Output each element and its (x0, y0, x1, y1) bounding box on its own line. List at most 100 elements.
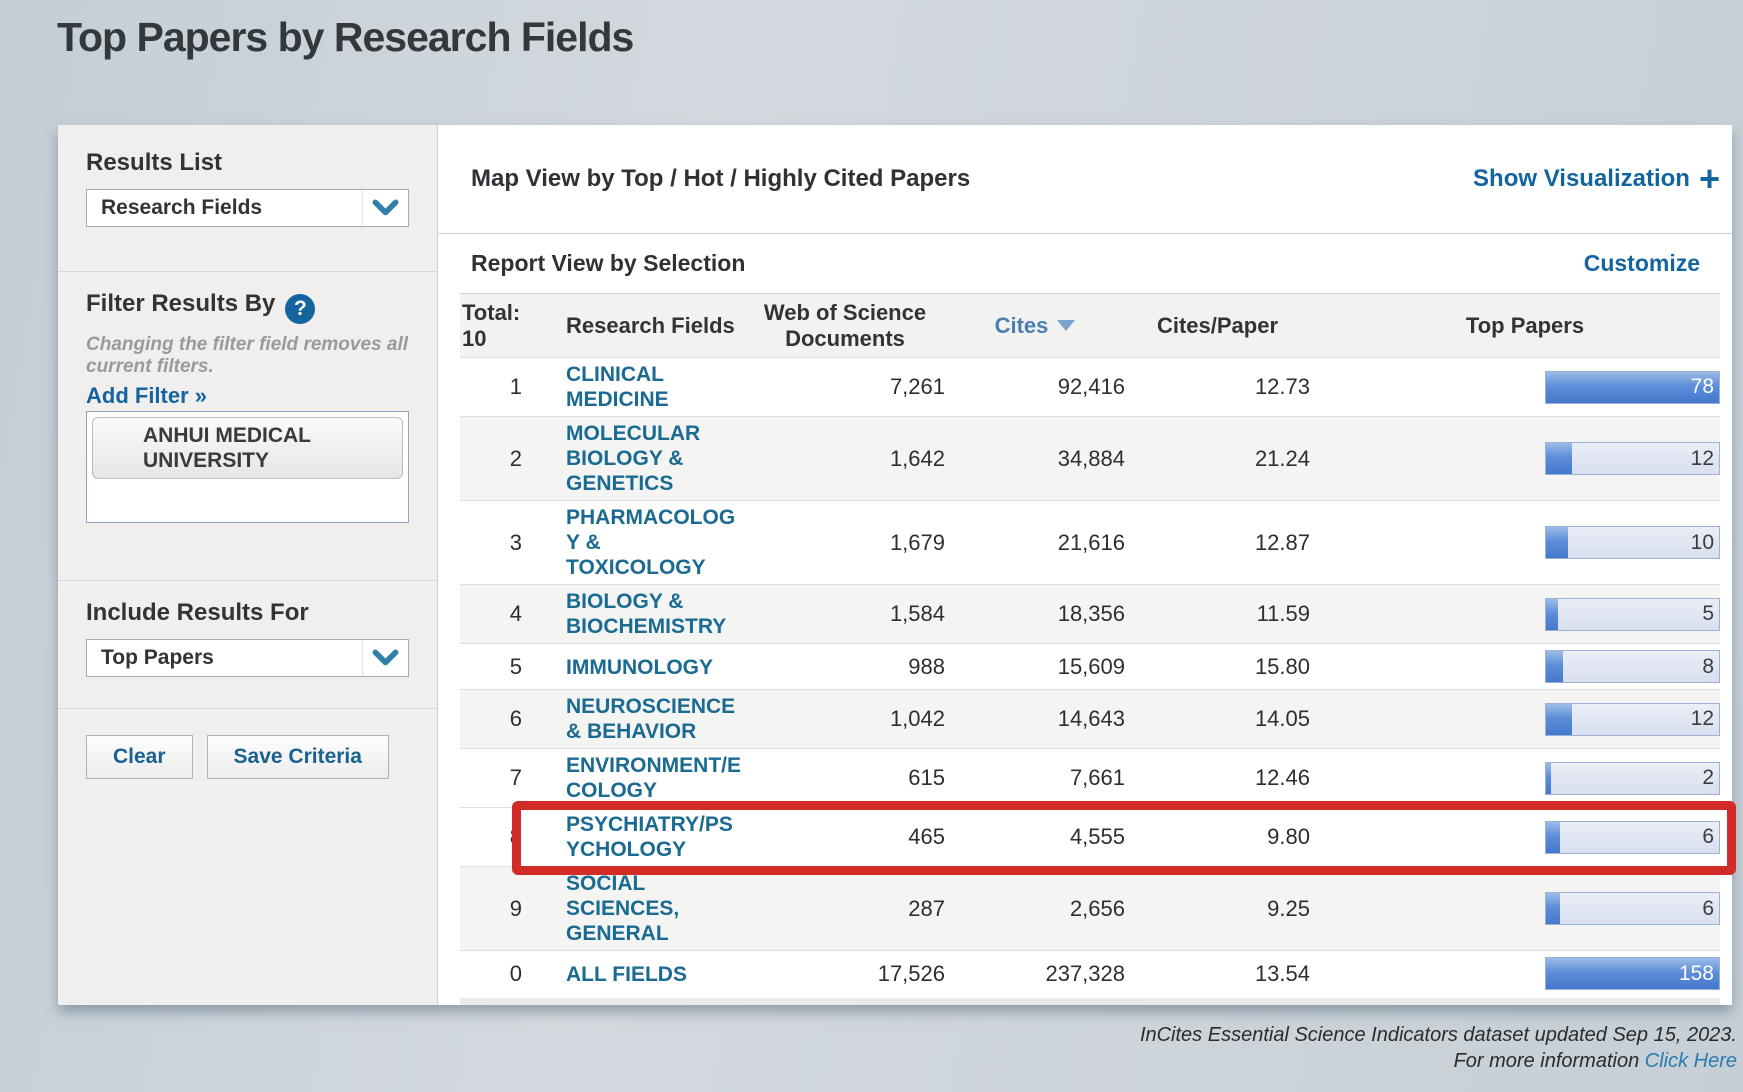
research-field-link[interactable]: ALL FIELDS (566, 962, 687, 987)
top-papers-bar-fill (1546, 893, 1560, 924)
include-results-section: Include Results For Top Papers (58, 580, 437, 708)
cites-cell: 14,643 (945, 706, 1125, 732)
wos-documents-cell: 988 (745, 654, 945, 680)
research-field-link[interactable]: NEUROSCIENCE & BEHAVIOR (566, 694, 735, 744)
filter-note: Changing the filter field removes all cu… (86, 334, 409, 378)
rank-cell: 2 (460, 446, 530, 472)
top-papers-value: 2 (1702, 763, 1714, 794)
top-papers-bar-fill (1546, 443, 1572, 474)
table-row: 6 NEUROSCIENCE & BEHAVIOR 1,042 14,643 1… (460, 689, 1720, 748)
table-footer-strip (460, 998, 1720, 1005)
wos-documents-cell: 17,526 (745, 961, 945, 987)
results-list-dropdown[interactable]: Research Fields (86, 189, 409, 227)
cites-per-paper-cell: 12.46 (1125, 765, 1310, 791)
top-papers-bar: 6 (1545, 821, 1720, 854)
rank-cell: 0 (460, 961, 530, 987)
cites-cell: 34,884 (945, 446, 1125, 472)
top-papers-bar-fill (1546, 651, 1563, 682)
sidebar: Results List Research Fields Filter Resu… (58, 125, 438, 1005)
table-row: 2 MOLECULAR BIOLOGY & GENETICS 1,642 34,… (460, 416, 1720, 500)
table-row: 3 PHARMACOLOG Y & TOXICOLOGY 1,679 21,61… (460, 500, 1720, 584)
research-field-link[interactable]: SOCIAL SCIENCES, GENERAL (566, 871, 679, 946)
top-papers-value: 8 (1702, 651, 1714, 682)
cites-cell: 15,609 (945, 654, 1125, 680)
table-header-row: Total: 10 Research Fields Web of Science… (460, 293, 1720, 357)
research-field-link[interactable]: IMMUNOLOGY (566, 655, 713, 680)
main-panel: Map View by Top / Hot / Highly Cited Pap… (438, 125, 1732, 1005)
top-papers-bar-fill (1546, 704, 1572, 735)
table-row: 1 CLINICAL MEDICINE 7,261 92,416 12.73 7… (460, 357, 1720, 416)
research-field-link[interactable]: BIOLOGY & BIOCHEMISTRY (566, 589, 726, 639)
plus-icon: + (1699, 169, 1720, 189)
footer-note: InCites Essential Science Indicators dat… (1140, 1022, 1737, 1074)
top-papers-bar: 158 (1545, 957, 1720, 990)
report-view-bar: Report View by Selection Customize (438, 233, 1732, 293)
add-filter-link[interactable]: Add Filter » (86, 384, 207, 408)
wos-documents-cell: 7,261 (745, 374, 945, 400)
cites-per-paper-cell: 11.59 (1125, 601, 1310, 627)
filter-heading: Filter Results By (86, 290, 275, 317)
cites-cell: 21,616 (945, 530, 1125, 556)
customize-button[interactable]: Customize (1584, 250, 1700, 277)
top-papers-value: 10 (1691, 527, 1714, 558)
top-papers-bar: 78 (1545, 371, 1720, 404)
include-results-heading: Include Results For (86, 599, 409, 627)
column-header-top-papers[interactable]: Top Papers (1330, 313, 1720, 339)
top-papers-bar: 2 (1545, 762, 1720, 795)
click-here-link[interactable]: Click Here (1645, 1050, 1737, 1072)
cites-cell: 2,656 (945, 896, 1125, 922)
research-field-link[interactable]: CLINICAL MEDICINE (566, 362, 669, 412)
cites-per-paper-cell: 13.54 (1125, 961, 1310, 987)
table-row: 7 ENVIRONMENT/E COLOGY 615 7,661 12.46 2 (460, 748, 1720, 807)
save-criteria-button[interactable]: Save Criteria (207, 735, 389, 779)
include-results-dropdown[interactable]: Top Papers (86, 639, 409, 677)
wos-documents-cell: 1,042 (745, 706, 945, 732)
sidebar-actions-section: Clear Save Criteria (58, 708, 437, 1005)
cites-cell: 18,356 (945, 601, 1125, 627)
column-header-cites[interactable]: Cites (945, 313, 1125, 339)
research-field-link[interactable]: PHARMACOLOG Y & TOXICOLOGY (566, 505, 735, 580)
top-papers-value: 158 (1679, 958, 1714, 989)
rank-cell: 8 (460, 824, 530, 850)
page-title: Top Papers by Research Fields (57, 14, 633, 61)
filter-item-anhui-medical-university[interactable]: ANHUI MEDICAL UNIVERSITY (92, 417, 403, 479)
results-list-heading: Results List (86, 149, 409, 177)
table-row: 4 BIOLOGY & BIOCHEMISTRY 1,584 18,356 11… (460, 584, 1720, 643)
chevron-down-icon (362, 190, 408, 226)
help-icon[interactable]: ? (285, 294, 315, 324)
research-field-link[interactable]: MOLECULAR BIOLOGY & GENETICS (566, 421, 700, 496)
top-papers-bar-fill (1546, 822, 1560, 853)
cites-per-paper-cell: 9.25 (1125, 896, 1310, 922)
top-papers-bar: 6 (1545, 892, 1720, 925)
top-papers-value: 6 (1702, 822, 1714, 853)
map-view-bar: Map View by Top / Hot / Highly Cited Pap… (438, 125, 1732, 233)
top-papers-bar: 8 (1545, 650, 1720, 683)
column-header-wos-documents[interactable]: Web of Science Documents (745, 300, 945, 352)
table-row: 0 ALL FIELDS 17,526 237,328 13.54 158 (460, 950, 1720, 996)
cites-per-paper-cell: 21.24 (1125, 446, 1310, 472)
top-papers-value: 78 (1691, 372, 1714, 403)
rank-cell: 9 (460, 896, 530, 922)
top-papers-bar: 5 (1545, 598, 1720, 631)
rank-cell: 6 (460, 706, 530, 732)
wos-documents-cell: 287 (745, 896, 945, 922)
report-view-title: Report View by Selection (471, 250, 745, 277)
column-header-cites-per-paper[interactable]: Cites/Paper (1125, 313, 1310, 339)
content-card: Results List Research Fields Filter Resu… (58, 125, 1732, 1005)
column-header-research-fields[interactable]: Research Fields (530, 313, 745, 339)
show-visualization-label: Show Visualization (1473, 165, 1690, 193)
wos-documents-cell: 1,679 (745, 530, 945, 556)
clear-button[interactable]: Clear (86, 735, 193, 779)
include-results-selected-value: Top Papers (87, 646, 362, 670)
map-view-title: Map View by Top / Hot / Highly Cited Pap… (471, 165, 970, 193)
research-field-link[interactable]: ENVIRONMENT/E COLOGY (566, 753, 741, 803)
rank-cell: 1 (460, 374, 530, 400)
wos-documents-cell: 1,642 (745, 446, 945, 472)
dataset-updated-text: InCites Essential Science Indicators dat… (1140, 1022, 1737, 1048)
show-visualization-button[interactable]: Show Visualization + (1473, 165, 1720, 193)
research-field-link[interactable]: PSYCHIATRY/PS YCHOLOGY (566, 812, 733, 862)
filter-listbox: ANHUI MEDICAL UNIVERSITY (86, 411, 409, 523)
cites-per-paper-cell: 12.73 (1125, 374, 1310, 400)
results-list-selected-value: Research Fields (87, 196, 362, 220)
filter-section: Filter Results By? Changing the filter f… (58, 271, 437, 580)
